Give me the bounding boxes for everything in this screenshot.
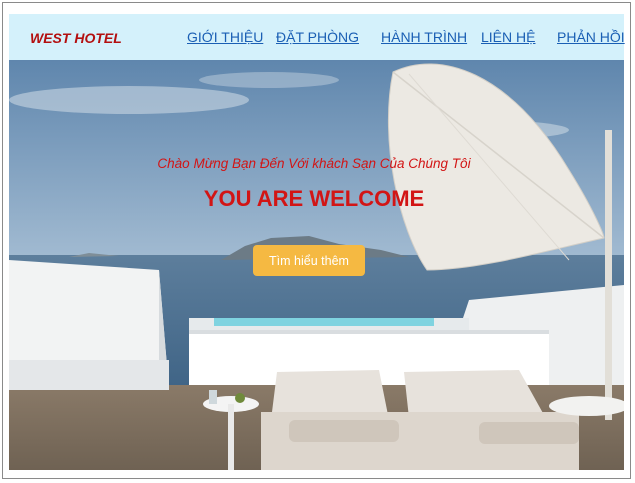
hero-headline: YOU ARE WELCOME (203, 186, 425, 211)
learn-more-button[interactable]: Tìm hiểu thêm (253, 245, 365, 276)
hero-banner: Chào Mừng Bạn Đến Với khách Sạn Của Chún… (9, 60, 624, 470)
nav-link-dat-phong[interactable]: ĐẶT PHÒNG (276, 29, 359, 45)
nav-link-hanh-trinh[interactable]: HÀNH TRÌNH (381, 29, 467, 45)
navbar: WEST HOTEL GIỚI THIỆU ĐẶT PHÒNG HÀNH TRÌ… (9, 14, 625, 60)
hero-tagline: Chào Mừng Bạn Đến Với khách Sạn Của Chún… (157, 156, 471, 171)
nav-link-phan-hoi[interactable]: PHẢN HỒI (557, 29, 625, 45)
nav-link-gioi-thieu[interactable]: GIỚI THIỆU (187, 29, 263, 45)
nav-link-lien-he[interactable]: LIÊN HỆ (481, 29, 535, 45)
brand-logo[interactable]: WEST HOTEL (30, 30, 122, 46)
